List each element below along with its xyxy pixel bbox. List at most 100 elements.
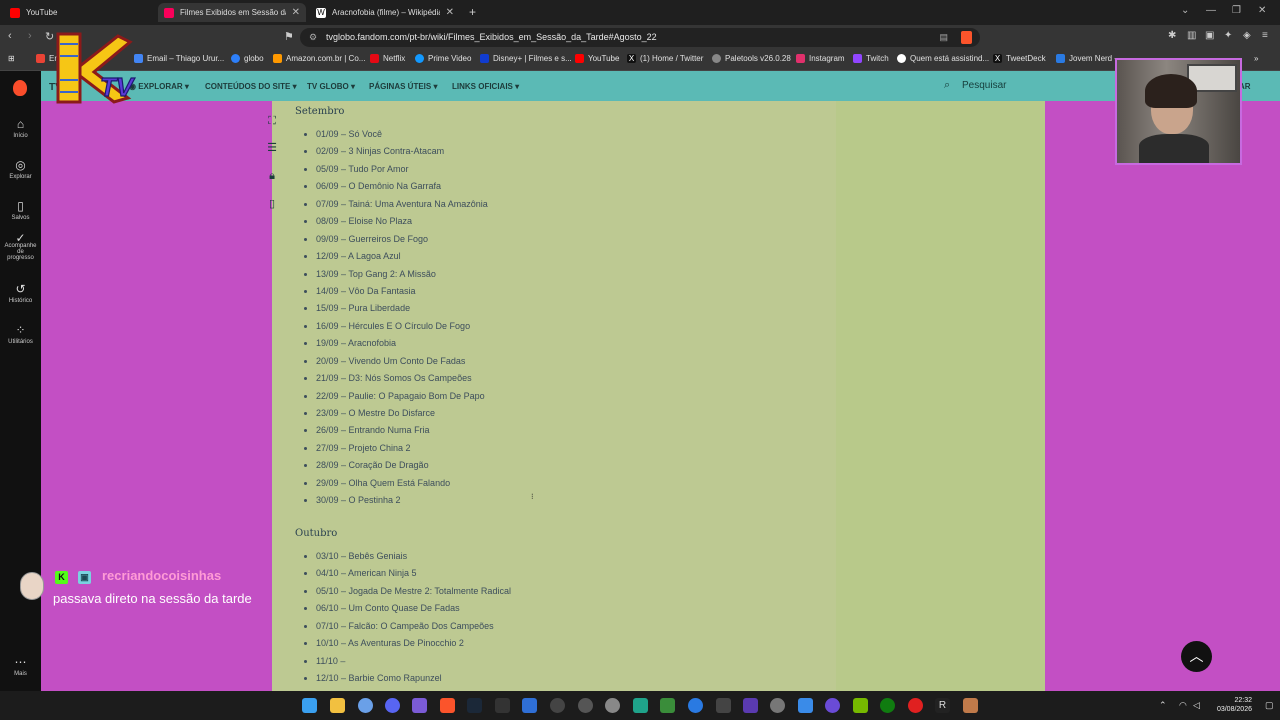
- discord-icon[interactable]: [385, 698, 400, 713]
- clock[interactable]: 22:32 03/08/2026: [1217, 696, 1252, 714]
- close-tab-icon[interactable]: ✕: [292, 7, 300, 18]
- nav-conteudos[interactable]: CONTEÚDOS DO SITE ▾: [205, 82, 297, 91]
- bookmark-item[interactable]: Twitch: [853, 54, 889, 63]
- bookmark-item[interactable]: Quem está assistind...: [897, 54, 989, 63]
- app-icon[interactable]: [963, 698, 978, 713]
- bookmark-item[interactable]: X TweetDeck: [993, 54, 1046, 63]
- minimize-icon[interactable]: —: [1206, 5, 1216, 16]
- maximize-icon[interactable]: ❐: [1232, 5, 1241, 16]
- wifi-icon[interactable]: ◠: [1179, 700, 1187, 711]
- bookmark-item[interactable]: Prime Video: [415, 54, 471, 63]
- app-icon[interactable]: [770, 698, 785, 713]
- toc-icon[interactable]: ☰: [260, 137, 284, 159]
- start-icon[interactable]: [302, 698, 317, 713]
- app-icon[interactable]: [688, 698, 703, 713]
- new-tab-button[interactable]: +: [469, 5, 476, 19]
- scroll-to-top-button[interactable]: ︿: [1181, 641, 1212, 672]
- app-icon[interactable]: [908, 698, 923, 713]
- sidebar-item-progresso[interactable]: ✓ Acompanhe de progresso: [0, 232, 41, 261]
- more-bookmarks-icon[interactable]: »: [1254, 54, 1258, 63]
- nav-tvglobo[interactable]: TV GLOBO ▾: [307, 82, 355, 91]
- bookmark-icon: ▯: [17, 199, 24, 213]
- brave-icon[interactable]: [440, 698, 455, 713]
- sidebar-item-inicio[interactable]: ⌂ Início: [0, 117, 41, 139]
- url-field[interactable]: ⚙ tvglobo.fandom.com/pt-br/wiki/Filmes_E…: [300, 28, 980, 47]
- bookmark-item[interactable]: Disney+ | Filmes e s...: [480, 54, 572, 63]
- nvidia-icon[interactable]: [853, 698, 868, 713]
- nav-links-oficiais[interactable]: LINKS OFICIAIS ▾: [452, 82, 519, 91]
- notification-icon[interactable]: ▢: [1265, 700, 1274, 711]
- menu-icon[interactable]: ≡: [1262, 30, 1268, 41]
- app-icon[interactable]: [412, 698, 427, 713]
- nav-explorar[interactable]: ◉ EXPLORAR ▾: [129, 82, 189, 91]
- app-icon[interactable]: [743, 698, 758, 713]
- close-window-icon[interactable]: ✕: [1258, 5, 1266, 16]
- list-item: 12/10 – Barbie Como Rapunzel: [316, 670, 511, 687]
- extensions-icon[interactable]: ✱: [1168, 30, 1176, 41]
- tab-list-icon[interactable]: ⌄: [1181, 5, 1189, 16]
- site-info-icon[interactable]: ⚙: [309, 28, 317, 47]
- ktv-logo: TV: [56, 32, 136, 104]
- bookmark-item[interactable]: X (1) Home / Twitter: [627, 54, 703, 63]
- app-icon[interactable]: [578, 698, 593, 713]
- search-input[interactable]: Pesquisar: [962, 80, 1006, 91]
- back-icon[interactable]: ‹: [8, 30, 12, 42]
- app-icon[interactable]: [716, 698, 731, 713]
- obs-icon[interactable]: [550, 698, 565, 713]
- bookmark-item[interactable]: Instagram: [796, 54, 845, 63]
- twitch-icon: [853, 54, 862, 63]
- sidebar-toggle-icon[interactable]: ▥: [1187, 30, 1196, 41]
- vpn-icon[interactable]: ◈: [1243, 30, 1251, 41]
- file-explorer-icon[interactable]: [330, 698, 345, 713]
- brave-shield-icon[interactable]: [961, 31, 972, 44]
- bookmark-icon[interactable]: ▯: [260, 193, 284, 215]
- list-item: 05/09 – Tudo Por Amor: [316, 161, 488, 178]
- sidebar-item-explorar[interactable]: ◎ Explorar: [0, 158, 41, 180]
- browser-icon[interactable]: [358, 698, 373, 713]
- app-icon[interactable]: [660, 698, 675, 713]
- app-icon[interactable]: [825, 698, 840, 713]
- close-tab-icon[interactable]: ✕: [446, 7, 454, 18]
- list-item: 14/09 – Vôo Da Fantasia: [316, 283, 488, 300]
- app-icon[interactable]: [633, 698, 648, 713]
- app-icon[interactable]: [605, 698, 620, 713]
- lock-icon[interactable]: 🔒︎: [260, 165, 284, 187]
- wallet-icon[interactable]: ▣: [1205, 30, 1214, 41]
- article-right-rail: [836, 101, 1045, 691]
- bookmark-item[interactable]: Amazon.com.br | Co...: [273, 54, 365, 63]
- site-search[interactable]: ⌕ Pesquisar: [897, 71, 1127, 101]
- xbox-icon[interactable]: [880, 698, 895, 713]
- sidebar-item-historico[interactable]: ↺ Histórico: [0, 282, 41, 304]
- epic-icon[interactable]: [495, 698, 510, 713]
- bookmark-item[interactable]: Netflix: [370, 54, 405, 63]
- fandom-flame-icon[interactable]: [13, 80, 27, 96]
- leo-icon[interactable]: ✦: [1224, 30, 1232, 41]
- tab-fandom[interactable]: Filmes Exibidos em Sessão da Ta ✕: [158, 3, 306, 22]
- list-item: 10/10 – As Aventuras De Pinocchio 2: [316, 635, 511, 652]
- tab-youtube[interactable]: YouTube: [4, 3, 154, 22]
- bookmark-page-icon[interactable]: ⚑: [284, 30, 294, 43]
- app-icon[interactable]: [522, 698, 537, 713]
- reader-icon[interactable]: ▤: [939, 28, 948, 47]
- app-icon[interactable]: R: [935, 698, 950, 713]
- nav-paginas-uteis[interactable]: PÁGINAS ÚTEIS ▾: [369, 82, 437, 91]
- sidebar-item-mais[interactable]: ⋯ Mais: [0, 655, 41, 677]
- reload-icon[interactable]: ↻: [45, 30, 54, 43]
- steam-icon[interactable]: [467, 698, 482, 713]
- fullscreen-icon[interactable]: ⛶: [260, 110, 284, 132]
- sidebar-item-salvos[interactable]: ▯ Salvos: [0, 199, 41, 221]
- bookmark-item[interactable]: globo: [231, 54, 264, 63]
- app-icon[interactable]: [798, 698, 813, 713]
- compass-icon: ◎: [15, 158, 26, 172]
- x-tweetdeck-icon: X: [993, 54, 1002, 63]
- apps-icon[interactable]: ⊞: [8, 54, 15, 63]
- tray-chevron-icon[interactable]: ⌃: [1159, 700, 1167, 711]
- bookmark-item[interactable]: Paletools v26.0.28: [712, 54, 791, 63]
- forward-icon[interactable]: ›: [28, 30, 32, 42]
- bookmark-item[interactable]: Email – Thiago Urur...: [134, 54, 224, 63]
- sidebar-item-utilitarios[interactable]: ⁘ Utilitários: [0, 323, 41, 345]
- bookmark-item[interactable]: YouTube: [575, 54, 619, 63]
- film-list-setembro: 01/09 – Só Você02/09 – 3 Ninjas Contra-A…: [302, 126, 488, 510]
- tab-wikipedia[interactable]: W Aracnofobia (filme) – Wikipédia, a en …: [310, 3, 460, 22]
- volume-icon[interactable]: ◁: [1193, 700, 1200, 711]
